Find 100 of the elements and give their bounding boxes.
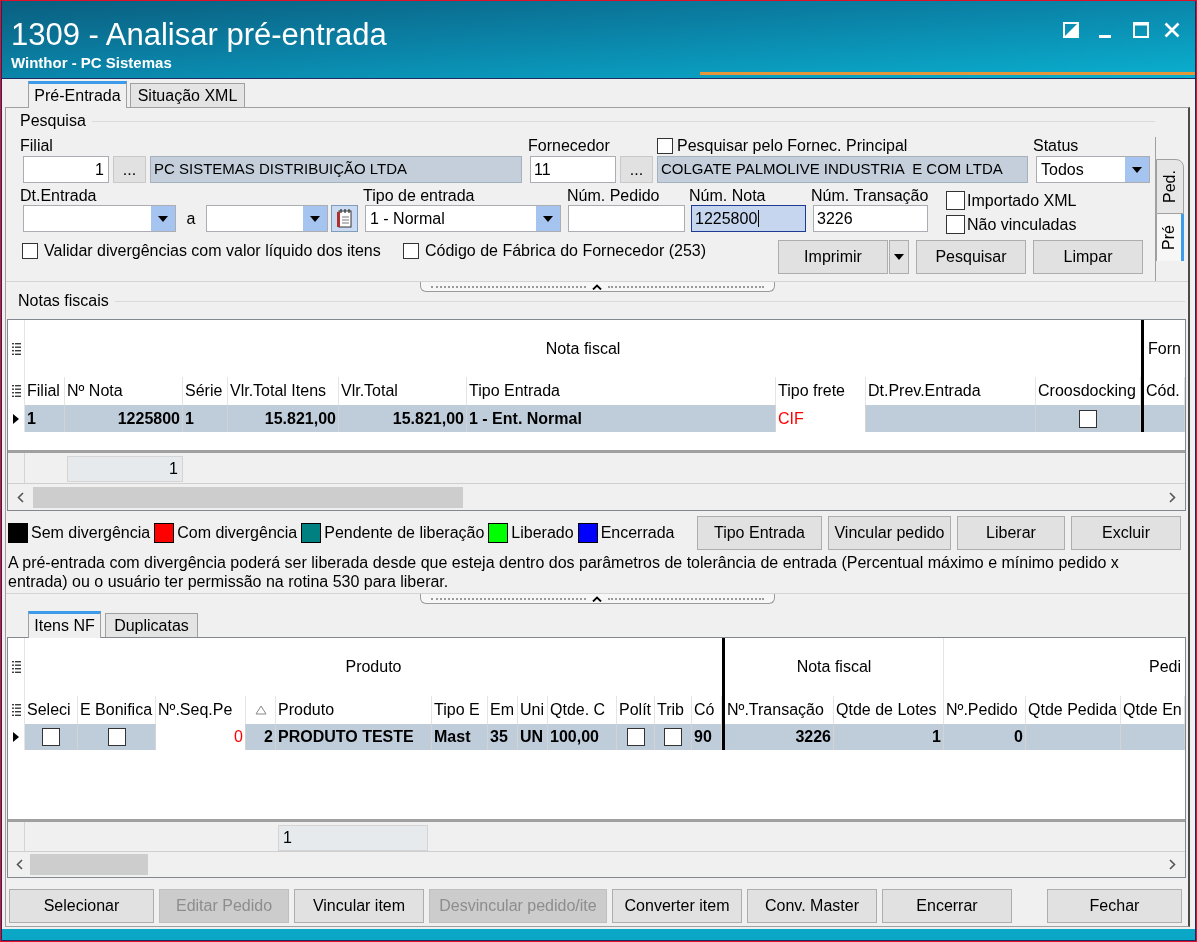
link-order-button[interactable]: Vincular pedido <box>828 516 951 550</box>
legend-label: Liberado <box>511 523 574 543</box>
scroll-left-icon[interactable] <box>15 859 23 870</box>
list-icon[interactable] <box>11 661 21 673</box>
row-indicator-icon <box>13 413 19 424</box>
column-group-header: Forn <box>1148 338 1181 359</box>
checkbox[interactable] <box>107 728 126 746</box>
table-cell: 0 <box>156 724 246 750</box>
checkbox-label[interactable]: Pesquisar pelo Fornec. Principal <box>677 137 908 155</box>
checkbox-label[interactable]: Importado XML <box>967 191 1077 210</box>
scroll-left-icon[interactable] <box>17 491 24 503</box>
list-icon[interactable] <box>11 342 21 355</box>
calendar-icon[interactable] <box>331 205 358 232</box>
column-group-header: Nota fiscal <box>545 338 621 359</box>
group-title: Notas fiscais <box>18 293 109 309</box>
field-label: Dt.Entrada <box>20 186 97 205</box>
close-icon[interactable] <box>1164 22 1180 38</box>
tab[interactable]: Itens NF <box>28 611 101 638</box>
release-button[interactable]: Liberar <box>957 516 1065 550</box>
input-field[interactable]: 11 <box>530 156 616 183</box>
close-entry-button[interactable]: Encerrar <box>882 889 1012 923</box>
side-tab[interactable]: Ped. <box>1156 159 1184 214</box>
table-row[interactable]: 0 2 PRODUTO TESTE Mast 35 UN 100,00 90 3226 1 0 <box>8 724 1185 750</box>
column-group-header: Pedi <box>1148 657 1181 677</box>
input-field[interactable]: 3226 <box>813 205 928 232</box>
field-label: Núm. Pedido <box>567 186 660 205</box>
splitter-handle[interactable] <box>419 282 775 292</box>
entry-type-button[interactable]: Tipo Entrada <box>697 516 822 550</box>
readonly-field: COLGATE PALMOLIVE INDUSTRIA E COM LTDA <box>657 156 1028 183</box>
table-row[interactable]: 1 1225800 1 15.821,00 15.821,00 1 - Ent. Normal CIF <box>8 405 1185 432</box>
tab[interactable]: Duplicatas <box>105 613 198 637</box>
checkbox[interactable] <box>664 728 682 746</box>
legend-label: Encerrada <box>600 523 675 543</box>
maximize-icon[interactable] <box>1133 22 1149 38</box>
scrollbar-thumb[interactable] <box>30 854 148 875</box>
table-cell: CIF <box>776 405 866 432</box>
link-item-button[interactable]: Vincular item <box>294 889 424 923</box>
delete-button[interactable]: Excluir <box>1071 516 1181 550</box>
select-button[interactable]: Selecionar <box>9 889 154 923</box>
caret-up-icon[interactable] <box>592 595 602 602</box>
checkbox-label[interactable]: Código de Fábrica do Fornecedor (253) <box>425 242 707 260</box>
checkbox[interactable] <box>626 728 645 746</box>
split-square-icon[interactable] <box>1063 22 1079 38</box>
tab[interactable]: Pré-Entrada <box>28 81 127 108</box>
caret-down-icon <box>894 254 904 260</box>
list-icon[interactable] <box>11 704 21 716</box>
search-button[interactable]: Pesquisar <box>916 240 1026 274</box>
tab[interactable]: Situação XML <box>130 83 245 107</box>
input-field[interactable]: 1 <box>23 156 109 183</box>
caret-up-icon[interactable] <box>592 283 602 290</box>
checkbox[interactable] <box>22 243 38 259</box>
scroll-right-icon[interactable] <box>1169 491 1176 503</box>
footer-total-cell: 1 <box>67 456 183 482</box>
field-label: Fornecedor <box>528 136 610 156</box>
browse-button[interactable]: ... <box>113 156 146 183</box>
horizontal-scrollbar[interactable] <box>8 851 1185 877</box>
input-field[interactable] <box>568 205 685 232</box>
checkbox[interactable] <box>946 215 965 234</box>
checkbox[interactable] <box>42 728 60 746</box>
convert-item-button[interactable]: Converter item <box>612 889 742 923</box>
window-title: 1309 - Analisar pré-entrada <box>11 18 387 52</box>
checkbox[interactable] <box>1079 409 1097 428</box>
exit-button[interactable]: Fechar <box>1047 889 1182 923</box>
date-field[interactable] <box>23 205 176 232</box>
checkbox-label[interactable]: Validar divergências com valor líquido dos itens <box>44 242 381 260</box>
legend-label: Sem divergência <box>31 523 151 543</box>
checkbox-label[interactable]: Não vinculadas <box>967 215 1077 234</box>
convert-master-button[interactable]: Conv. Master <box>747 889 877 923</box>
print-button[interactable]: Imprimir <box>778 240 888 274</box>
date-field[interactable] <box>206 205 328 232</box>
readonly-field: PC SISTEMAS DISTRIBUIÇÃO LTDA <box>150 156 522 183</box>
row-indicator-icon <box>13 732 19 742</box>
field-label: Filial <box>20 136 53 156</box>
checkbox[interactable] <box>657 138 673 154</box>
field-label: Núm. Nota <box>689 186 766 205</box>
scroll-right-icon[interactable] <box>1169 859 1176 870</box>
clear-button[interactable]: Limpar <box>1033 240 1143 274</box>
browse-button[interactable]: ... <box>620 156 653 183</box>
dropdown[interactable]: 1 - Normal <box>365 205 561 232</box>
horizontal-scrollbar[interactable] <box>8 483 1185 510</box>
field-label: Núm. Transação <box>811 186 929 205</box>
sort-ascending-icon <box>254 705 267 715</box>
splitter-handle[interactable] <box>419 594 775 604</box>
info-text: A pré-entrada com divergência poderá ser liberada desde que esteja dentro dos parâmetros de tolerância de entrada (Percentual máximo e mínimo pedido x entrada) ou o usuário ter permissão na rotina 530 para liberar. <box>7 553 1120 592</box>
legend-label: Com divergência <box>177 523 298 543</box>
footer-total-cell: 1 <box>278 825 428 851</box>
checkbox[interactable] <box>946 191 965 210</box>
dropdown[interactable]: Todos <box>1036 156 1150 183</box>
scrollbar-thumb[interactable] <box>33 486 463 508</box>
field-label: Tipo de entrada <box>363 186 475 205</box>
legend-label: Pendente de liberação <box>324 523 485 543</box>
input-field[interactable]: 1225800 <box>691 205 806 232</box>
list-icon[interactable] <box>11 385 21 397</box>
side-tab[interactable]: Pré <box>1156 214 1184 261</box>
dropdown-button[interactable] <box>889 240 909 274</box>
column-group-header: Produto <box>345 657 402 677</box>
checkbox[interactable] <box>403 243 419 259</box>
window-subtitle: Winthor - PC Sistemas <box>11 54 172 72</box>
field-label: Status <box>1033 136 1079 156</box>
group-title: Pesquisa <box>20 113 86 129</box>
